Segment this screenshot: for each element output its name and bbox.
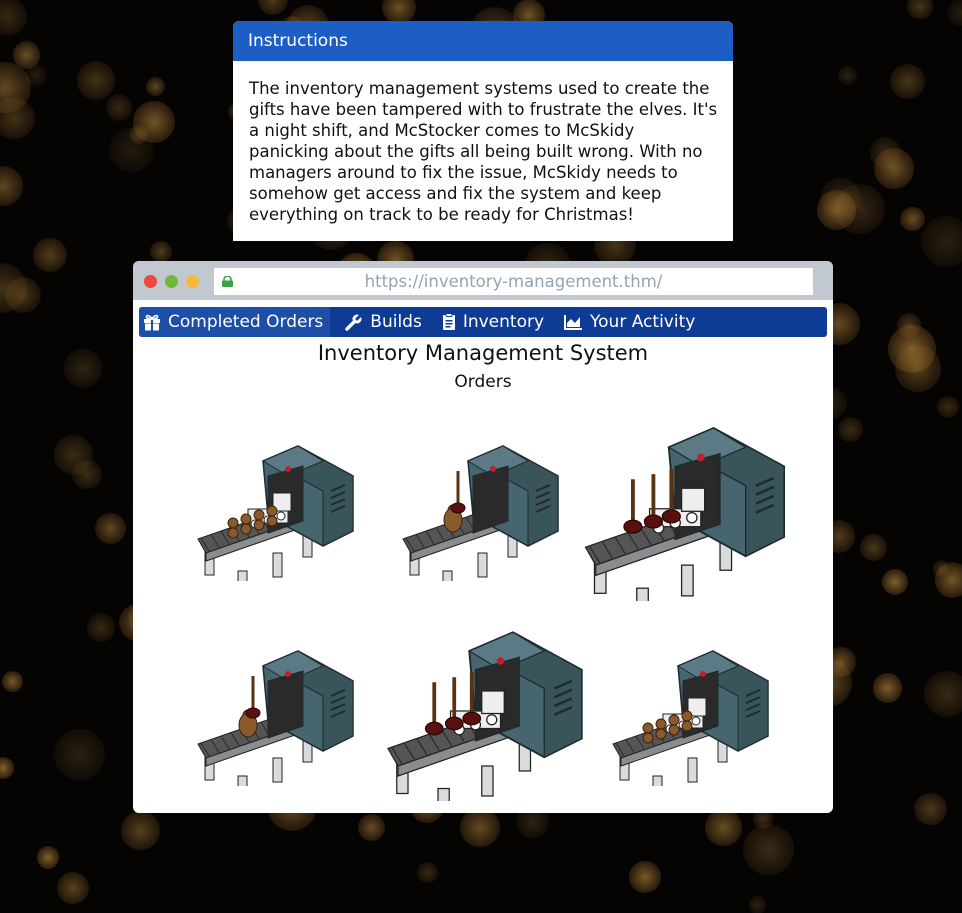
- nav-inventory[interactable]: Inventory: [438, 307, 551, 337]
- nav-completed-orders-label: Completed Orders: [168, 312, 324, 332]
- order-train-with-gingerbread: [193, 421, 363, 596]
- order-train-with-gingerbread: [608, 626, 778, 801]
- close-window-dot[interactable]: [144, 275, 157, 288]
- order-gingerbread-with-plunger: [193, 626, 363, 801]
- maximize-window-dot[interactable]: [165, 275, 178, 288]
- browser-window: https://inventory-management.thm/ Comple…: [133, 261, 833, 813]
- lock-icon: [222, 276, 233, 287]
- nav-builds-label: Builds: [370, 312, 422, 332]
- clipboard-icon: [442, 313, 455, 330]
- wrench-icon: [345, 314, 363, 331]
- nav-builds[interactable]: Builds: [341, 307, 429, 337]
- nav-your-activity-label: Your Activity: [590, 312, 696, 332]
- url-text: https://inventory-management.thm/: [364, 272, 663, 291]
- order-gingerbread-with-plunger: [398, 421, 568, 596]
- nav-bar: Completed Orders Builds Inventory Your A…: [139, 307, 827, 337]
- browser-titlebar: https://inventory-management.thm/: [133, 261, 833, 300]
- nav-completed-orders[interactable]: Completed Orders: [139, 307, 331, 337]
- gift-icon: [144, 314, 160, 331]
- order-train-with-plungers: [578, 396, 798, 620]
- minimize-window-dot[interactable]: [186, 275, 199, 288]
- address-bar[interactable]: https://inventory-management.thm/: [214, 268, 813, 295]
- nav-your-activity[interactable]: Your Activity: [560, 307, 702, 337]
- instructions-panel: Instructions The inventory management sy…: [233, 21, 733, 241]
- page-title: Inventory Management System: [317, 341, 649, 365]
- order-train-with-plungers: [378, 601, 598, 813]
- page-subtitle: Orders: [454, 372, 512, 392]
- instructions-text: The inventory management systems used to…: [249, 79, 718, 224]
- nav-inventory-label: Inventory: [462, 312, 545, 332]
- chart-icon: [564, 315, 583, 330]
- instructions-heading: Instructions: [233, 21, 733, 61]
